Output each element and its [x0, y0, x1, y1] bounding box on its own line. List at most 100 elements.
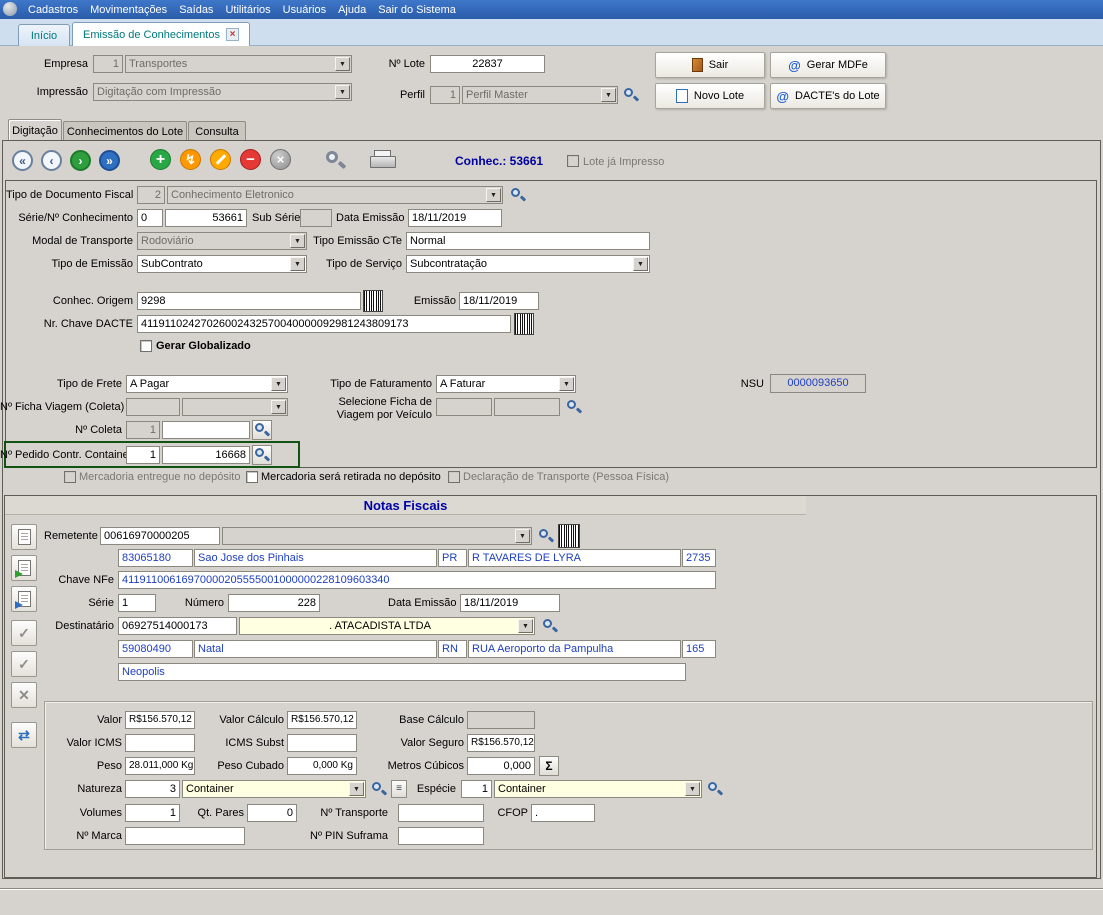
nav-prev-button[interactable]: ‹ [41, 150, 62, 171]
destinatario-endereco-field[interactable]: RUA Aeroporto da Pampulha [468, 640, 681, 658]
tipo-doc-search-icon[interactable] [510, 187, 526, 203]
destinatario-bairro-field[interactable]: Neopolis [118, 663, 686, 681]
metros-cubicos-field[interactable]: 0,000 [467, 757, 535, 775]
menu-utilitarios[interactable]: Utilitários [219, 2, 276, 18]
tipo-emissao-cte-field[interactable]: Normal [406, 232, 650, 250]
data-emissao-field[interactable]: 18/11/2019 [408, 209, 502, 227]
chave-nfe-field[interactable]: 4119110061697000020555500100000022810960… [118, 571, 716, 589]
confirm-nota-button[interactable]: ✓ [11, 620, 37, 646]
tab-inicio[interactable]: Início [18, 24, 70, 46]
natureza-combo[interactable]: Container ▼ [182, 780, 366, 798]
search-record-icon[interactable] [325, 150, 345, 170]
emissao-field[interactable]: 18/11/2019 [459, 292, 539, 310]
combo-arrow-icon[interactable]: ▼ [633, 257, 648, 271]
valor-seguro-field[interactable]: R$156.570,12 [467, 734, 535, 752]
destinatario-combo[interactable]: . ATACADISTA LTDA ▼ [239, 617, 535, 635]
combo-arrow-icon[interactable]: ▼ [349, 782, 364, 796]
especie-search-icon[interactable] [707, 781, 723, 797]
volumes-field[interactable]: 1 [125, 804, 180, 822]
icms-subst-field[interactable] [287, 734, 357, 752]
combo-arrow-icon[interactable]: ▼ [685, 782, 700, 796]
valor-field[interactable]: R$156.570,12 [125, 711, 195, 729]
combo-arrow-icon[interactable]: ▼ [290, 257, 305, 271]
remetente-endereco-field[interactable]: R TAVARES DE LYRA [468, 549, 681, 567]
confirm-all-notas-button[interactable]: ✓ [11, 651, 37, 677]
valor-calculo-field[interactable]: R$156.570,12 [287, 711, 357, 729]
coleta-number-field[interactable] [162, 421, 250, 439]
destinatario-numero-field[interactable]: 165 [682, 640, 716, 658]
destinatario-uf-field[interactable]: RN [438, 640, 467, 658]
nota-numero-field[interactable]: 228 [228, 594, 320, 612]
pedido-container-number-field[interactable]: 16668 [162, 446, 250, 464]
peso-field[interactable]: 28.011,000 Kg [125, 757, 195, 775]
gerar-mdfe-button[interactable]: @ Gerar MDFe [770, 52, 886, 78]
tipo-faturamento-combo[interactable]: A Faturar ▼ [436, 375, 576, 393]
subtab-consulta[interactable]: Consulta [188, 121, 246, 141]
pin-suframa-field[interactable] [398, 827, 484, 845]
serie-field[interactable]: 0 [137, 209, 163, 227]
process-record-button[interactable]: ↯ [180, 149, 201, 170]
destinatario-cep-field[interactable]: 59080490 [118, 640, 193, 658]
peso-cubado-field[interactable]: 0,000 Kg [287, 757, 357, 775]
combo-arrow-icon[interactable]: ▼ [559, 377, 574, 391]
pedido-container-search-button[interactable] [252, 445, 272, 465]
remetente-cidade-field[interactable]: Sao Jose dos Pinhais [194, 549, 437, 567]
metros-cubicos-sum-button[interactable]: Σ [539, 756, 559, 776]
destinatario-search-icon[interactable] [542, 618, 558, 634]
transfer-notas-button[interactable]: ⇄ [11, 722, 37, 748]
print-icon[interactable] [370, 150, 394, 169]
especie-code-field[interactable]: 1 [461, 780, 492, 798]
tab-emissao-conhecimentos[interactable]: Emissão de Conhecimentos × [72, 22, 250, 46]
lote-field[interactable]: 22837 [430, 55, 545, 73]
perfil-search-icon[interactable] [623, 87, 639, 103]
subtab-digitacao[interactable]: Digitação [8, 119, 62, 141]
import-nota-button[interactable] [11, 555, 37, 581]
qt-pares-field[interactable]: 0 [247, 804, 297, 822]
nav-next-button[interactable]: › [70, 150, 91, 171]
valor-icms-field[interactable] [125, 734, 195, 752]
destinatario-cidade-field[interactable]: Natal [194, 640, 437, 658]
cfop-field[interactable]: . [531, 804, 595, 822]
especie-combo[interactable]: Container ▼ [494, 780, 702, 798]
menu-sair-do-sistema[interactable]: Sair do Sistema [372, 2, 462, 18]
menu-cadastros[interactable]: Cadastros [22, 2, 84, 18]
remetente-search-icon[interactable] [538, 528, 554, 544]
conhec-origem-field[interactable]: 9298 [137, 292, 361, 310]
menu-saidas[interactable]: Saídas [173, 2, 219, 18]
chave-dacte-field[interactable]: 4119110242702600243257004000009298124380… [137, 315, 511, 333]
nota-serie-field[interactable]: 1 [118, 594, 156, 612]
novo-lote-button[interactable]: Novo Lote [655, 83, 765, 109]
add-record-button[interactable]: + [150, 149, 171, 170]
remetente-cep-field[interactable]: 83065180 [118, 549, 193, 567]
gerar-globalizado-checkbox[interactable] [140, 340, 152, 352]
cancel-record-button[interactable]: × [270, 149, 291, 170]
remove-record-button[interactable]: − [240, 149, 261, 170]
pedido-container-code-field[interactable]: 1 [126, 446, 160, 464]
combo-arrow-icon[interactable]: ▼ [271, 377, 286, 391]
remetente-doc-field[interactable]: 00616970000205 [100, 527, 220, 545]
menu-movimentacoes[interactable]: Movimentações [84, 2, 173, 18]
tipo-servico-combo[interactable]: Subcontratação ▼ [406, 255, 650, 273]
subtab-conhecimentos-do-lote[interactable]: Conhecimentos do Lote [63, 121, 187, 141]
sair-button[interactable]: Sair [655, 52, 765, 78]
combo-arrow-icon[interactable]: ▼ [518, 619, 533, 633]
destinatario-doc-field[interactable]: 06927514000173 [118, 617, 237, 635]
conhecimento-number-field[interactable]: 53661 [165, 209, 247, 227]
mercadoria-retirada-checkbox[interactable] [246, 471, 258, 483]
tab-close-icon[interactable]: × [226, 28, 239, 41]
num-marca-field[interactable] [125, 827, 245, 845]
delete-nota-button[interactable]: ✕ [11, 682, 37, 708]
nav-first-button[interactable]: « [12, 150, 33, 171]
dacte-do-lote-button[interactable]: @ DACTE's do Lote [770, 83, 886, 109]
tipo-emissao-combo[interactable]: SubContrato ▼ [137, 255, 307, 273]
menu-ajuda[interactable]: Ajuda [332, 2, 372, 18]
remetente-numero-field[interactable]: 2735 [682, 549, 716, 567]
new-nota-button[interactable] [11, 524, 37, 550]
natureza-code-field[interactable]: 3 [125, 780, 180, 798]
num-transporte-field[interactable] [398, 804, 484, 822]
ficha-veiculo-search-icon[interactable] [566, 399, 582, 415]
menu-usuarios[interactable]: Usuários [277, 2, 332, 18]
remetente-uf-field[interactable]: PR [438, 549, 467, 567]
nav-last-button[interactable]: » [99, 150, 120, 171]
edit-record-button[interactable] [210, 149, 231, 170]
